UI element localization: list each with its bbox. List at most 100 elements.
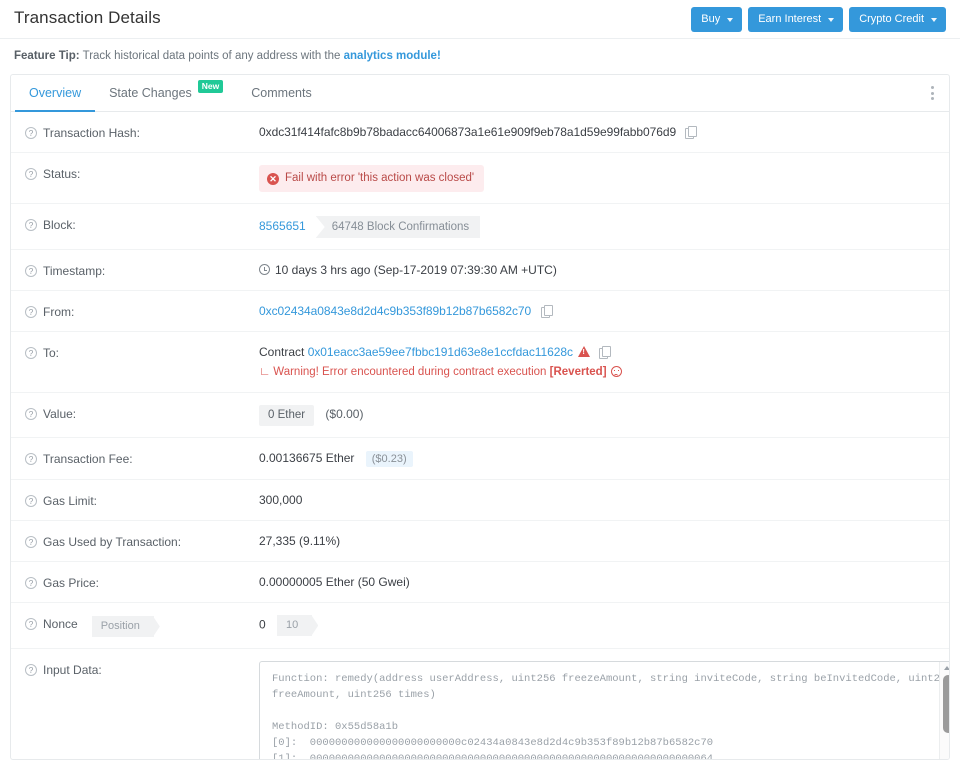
- help-icon[interactable]: ?: [25, 536, 37, 548]
- copy-icon[interactable]: [540, 305, 553, 318]
- status-text: Fail with error 'this action was closed': [285, 172, 475, 184]
- input-data-container: Function: remedy(address userAddress, ui…: [259, 661, 949, 759]
- label-gas-used: ? Gas Used by Transaction:: [25, 533, 259, 550]
- label-text: To:: [43, 346, 60, 360]
- help-icon[interactable]: ?: [25, 618, 37, 630]
- kebab-dot: [930, 91, 934, 95]
- help-icon[interactable]: ?: [25, 306, 37, 318]
- row-value: ? Value: 0 Ether ($0.00): [11, 393, 949, 438]
- label-gas-limit: ? Gas Limit:: [25, 492, 259, 509]
- transaction-hash-value: 0xdc31f414fafc8b9b78badacc64006873a1e61e…: [259, 125, 677, 139]
- value-input-data: Function: remedy(address userAddress, ui…: [259, 661, 949, 759]
- help-icon[interactable]: ?: [25, 453, 37, 465]
- row-status: ? Status: ✕ Fail with error 'this action…: [11, 153, 949, 204]
- help-icon[interactable]: ?: [25, 495, 37, 507]
- label-text: Transaction Fee:: [43, 452, 133, 466]
- help-icon[interactable]: ?: [25, 168, 37, 180]
- row-gas-limit: ? Gas Limit: 300,000: [11, 480, 949, 521]
- new-badge: New: [197, 80, 224, 93]
- row-input-data: ? Input Data: Function: remedy(address u…: [11, 649, 949, 759]
- earn-interest-button[interactable]: Earn Interest: [748, 7, 844, 32]
- help-icon[interactable]: ?: [25, 127, 37, 139]
- help-icon[interactable]: ?: [25, 219, 37, 231]
- error-circle-icon: ✕: [267, 172, 279, 185]
- to-address-link[interactable]: 0x01eacc3ae59ee7fbbc191d63e8e1ccfdac1162…: [308, 345, 573, 359]
- contract-execution-warning: ∟ Warning! Error encountered during contr…: [259, 364, 935, 381]
- value-gas-limit: 300,000: [259, 493, 303, 507]
- block-confirmations-badge: 64748 Block Confirmations: [315, 216, 481, 238]
- help-icon[interactable]: ?: [25, 408, 37, 420]
- value-from: 0xc02434a0843e8d2d4c9b353f89b12b87b6582c…: [259, 303, 935, 320]
- clock-icon: [259, 264, 270, 275]
- details-rows: ? Transaction Hash: 0xdc31f414fafc8b9b78…: [11, 112, 949, 759]
- help-icon[interactable]: ?: [25, 664, 37, 676]
- page-header: Transaction Details Buy Earn Interest Cr…: [0, 0, 960, 38]
- label-text: Transaction Hash:: [43, 126, 140, 140]
- tab-overview[interactable]: Overview: [15, 75, 96, 112]
- scrollbar-thumb[interactable]: [942, 675, 949, 733]
- kebab-dot: [930, 86, 934, 89]
- row-transaction-hash: ? Transaction Hash: 0xdc31f414fafc8b9b78…: [11, 112, 949, 153]
- label-text: Block:: [43, 218, 76, 232]
- value-gas-used: 27,335 (9.11%): [259, 534, 341, 548]
- value-transaction-hash: 0xdc31f414fafc8b9b78badacc64006873a1e61e…: [259, 124, 935, 141]
- overview-card: Overview State Changes New Comments ? Tr…: [10, 74, 950, 760]
- label-text: From:: [43, 305, 75, 319]
- earn-interest-button-label: Earn Interest: [758, 13, 822, 25]
- block-number-link[interactable]: 8565651: [259, 219, 306, 233]
- analytics-module-link[interactable]: analytics module: [344, 50, 437, 62]
- block-confirmations-text: 64748 Block Confirmations: [315, 216, 481, 238]
- buy-button-label: Buy: [701, 13, 721, 25]
- chevron-down-icon: [727, 17, 734, 22]
- position-value: 10: [277, 615, 313, 636]
- row-transaction-fee: ? Transaction Fee: 0.00136675 Ether ($0.…: [11, 438, 949, 480]
- copy-icon[interactable]: [685, 126, 698, 139]
- row-timestamp: ? Timestamp: 10 days 3 hrs ago (Sep-17-2…: [11, 250, 949, 291]
- nonce-value: 0: [259, 617, 266, 632]
- value-status: ✕ Fail with error 'this action was close…: [259, 165, 935, 192]
- help-icon[interactable]: ?: [25, 577, 37, 589]
- value-to: Contract 0x01eacc3ae59ee7fbbc191d63e8e1c…: [259, 344, 935, 381]
- tab-bar: Overview State Changes New Comments: [11, 75, 949, 112]
- value-block: 8565651 64748 Block Confirmations: [259, 216, 935, 238]
- input-data-textarea[interactable]: Function: remedy(address userAddress, ui…: [259, 661, 949, 759]
- row-gas-used: ? Gas Used by Transaction: 27,335 (9.11%…: [11, 521, 949, 562]
- position-tag: Position: [91, 616, 154, 637]
- ether-amount-pill: 0 Ether: [259, 405, 315, 426]
- label-text: Gas Price:: [43, 576, 100, 590]
- input-data-scrollbar[interactable]: [939, 662, 949, 759]
- scroll-up-arrow-icon[interactable]: [944, 666, 949, 670]
- from-address-link[interactable]: 0xc02434a0843e8d2d4c9b353f89b12b87b6582c…: [259, 304, 531, 318]
- frown-icon: [610, 366, 622, 377]
- feature-tip-suffix: !: [436, 50, 441, 62]
- value-amount: 0 Ether ($0.00): [259, 405, 935, 426]
- value-usd: ($0.00): [325, 407, 364, 421]
- help-icon[interactable]: ?: [25, 347, 37, 359]
- help-icon[interactable]: ?: [25, 265, 37, 277]
- copy-icon[interactable]: [599, 346, 612, 359]
- warning-text: Warning! Error encountered during contra…: [273, 366, 547, 378]
- more-options-icon[interactable]: [915, 75, 949, 111]
- page-title: Transaction Details: [14, 8, 161, 27]
- label-from: ? From:: [25, 303, 259, 320]
- label-nonce: ? Nonce Position: [25, 615, 259, 637]
- buy-button[interactable]: Buy: [691, 7, 743, 32]
- timestamp-text: 10 days 3 hrs ago (Sep-17-2019 07:39:30 …: [275, 263, 557, 277]
- label-transaction-fee: ? Transaction Fee:: [25, 450, 259, 467]
- label-text: Status:: [43, 167, 81, 181]
- label-value: ? Value:: [25, 405, 259, 422]
- tab-overview-label: Overview: [29, 85, 82, 100]
- fee-usd: ($0.23): [365, 451, 413, 467]
- tab-state-changes[interactable]: State Changes New: [95, 75, 237, 112]
- label-text: Value:: [43, 407, 77, 421]
- row-to: ? To: Contract 0x01eacc3ae59ee7fbbc191d6…: [11, 332, 949, 393]
- header-actions: Buy Earn Interest Crypto Credit: [691, 6, 946, 32]
- label-status: ? Status:: [25, 165, 259, 182]
- corner-arrow-icon: ∟: [259, 366, 271, 378]
- label-to: ? To:: [25, 344, 259, 361]
- feature-tip-bar: Feature Tip: Track historical data point…: [0, 38, 960, 74]
- crypto-credit-button[interactable]: Crypto Credit: [849, 7, 946, 32]
- tab-comments[interactable]: Comments: [237, 75, 325, 112]
- value-nonce: 0 10: [259, 615, 935, 636]
- value-transaction-fee: 0.00136675 Ether ($0.23): [259, 450, 935, 468]
